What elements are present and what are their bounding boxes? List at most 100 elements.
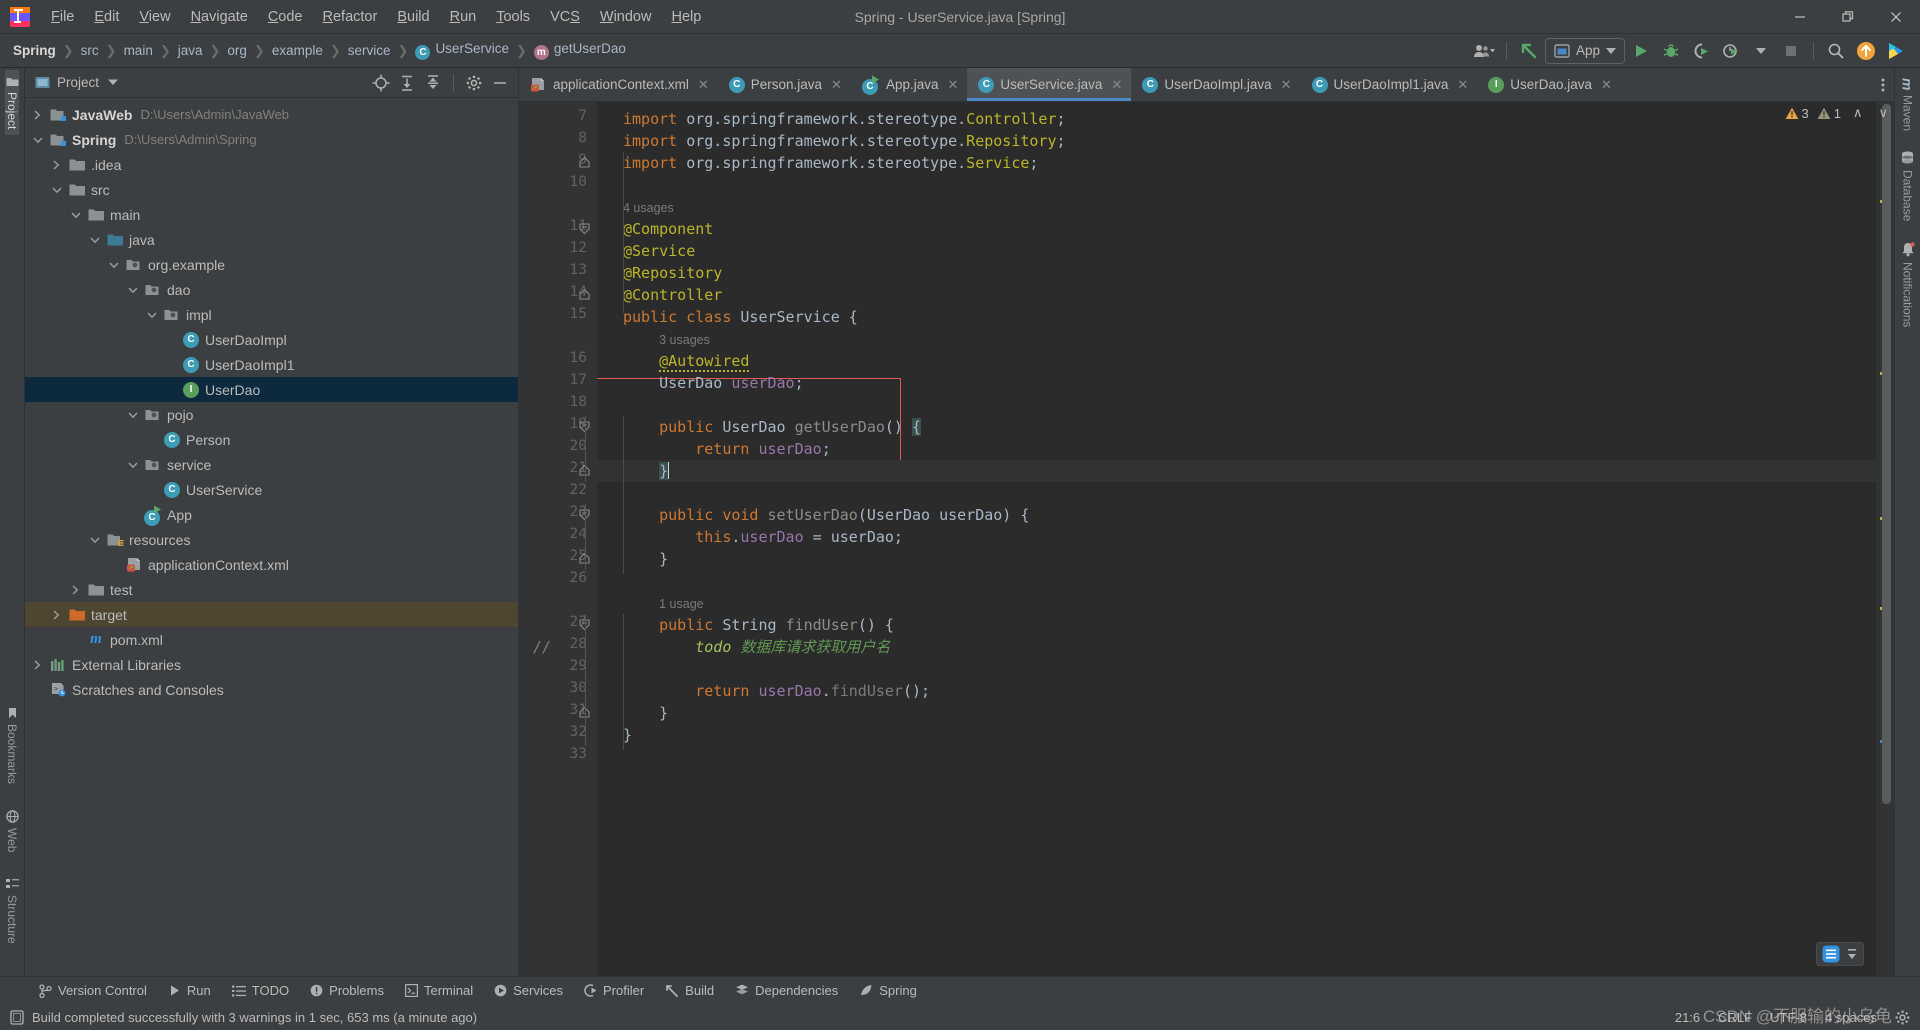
select-opened-file-button[interactable] (369, 71, 393, 95)
breadcrumb-item-0[interactable]: Spring (10, 41, 59, 60)
menu-refactor[interactable]: Refactor (313, 5, 388, 29)
code-usage-hint[interactable]: 3 usages (597, 328, 1876, 350)
tree-twisty-expanded[interactable] (90, 536, 106, 544)
project-tree[interactable]: JavaWeb D:\Users\Admin\JavaWeb Spring D:\Us… (25, 98, 518, 976)
tree-node-test[interactable]: test (25, 577, 518, 602)
breadcrumb-item-6[interactable]: service (345, 41, 394, 60)
gear-icon[interactable] (1895, 1010, 1910, 1025)
tree-node-app[interactable]: C App (25, 502, 518, 527)
tool-window-problems[interactable]: Problems (301, 980, 393, 1001)
tree-node-userdao[interactable]: I UserDao (25, 377, 518, 402)
tree-twisty-collapsed[interactable] (52, 159, 68, 170)
run-configuration-selector[interactable]: App (1544, 37, 1625, 64)
tree-node-java[interactable]: java (25, 227, 518, 252)
editor-gutter[interactable]: 7 8 9 10 11 12 13 14 15 16 17 18 19 20 21 22 23 24 25 26 27 2… (519, 102, 597, 976)
menu-file[interactable]: FFileile (41, 5, 84, 29)
close-icon[interactable]: ✕ (831, 77, 842, 93)
tree-node-spring[interactable]: Spring D:\Users\Admin\Spring (25, 127, 518, 152)
menu-build[interactable]: Build (387, 5, 439, 29)
caret-position[interactable]: 21:6 (1675, 1010, 1700, 1025)
breadcrumb-item-3[interactable]: java (175, 41, 206, 60)
file-encoding[interactable]: UTF-8 (1770, 1010, 1807, 1025)
warnings-badge[interactable]: 3 (1785, 106, 1809, 121)
chevron-down-icon[interactable] (108, 79, 119, 86)
tree-node-dao[interactable]: dao (25, 277, 518, 302)
tree-twisty-collapsed[interactable] (71, 584, 87, 595)
maximize-restore-button[interactable] (1824, 0, 1872, 33)
tree-twisty-expanded[interactable] (128, 461, 144, 469)
tool-window-todo[interactable]: TODO (223, 980, 298, 1001)
updates-available-icon[interactable] (1852, 38, 1880, 64)
code-fold-marker[interactable] (579, 289, 591, 300)
tool-window-bar[interactable]: Version Control Run TODO Problems Terminal Se… (0, 976, 1920, 1004)
close-icon[interactable]: ✕ (947, 77, 958, 93)
menu-code[interactable]: Code (258, 5, 313, 29)
tree-node-userservice[interactable]: C UserService (25, 477, 518, 502)
tree-twisty-collapsed[interactable] (33, 659, 49, 670)
weak-warnings-badge[interactable]: 1 (1817, 106, 1841, 121)
ide-assistant-icon[interactable] (1882, 38, 1910, 64)
code-usage-hint[interactable]: 1 usage (597, 592, 1876, 614)
tree-node-org-example[interactable]: org.example (25, 252, 518, 277)
debug-button[interactable] (1657, 38, 1685, 64)
tree-twisty-expanded[interactable] (128, 411, 144, 419)
run-button[interactable] (1627, 38, 1655, 64)
tree-node--idea[interactable]: .idea (25, 152, 518, 177)
sidebar-item-notifications[interactable]: Notifications (1901, 238, 1915, 331)
editor-tab-userdaoimpl1-java[interactable]: C UserDaoImpl1.java ✕ (1301, 68, 1478, 101)
tree-node-pom-xml[interactable]: m pom.xml (25, 627, 518, 652)
menu-view[interactable]: View (129, 5, 180, 29)
sidebar-item-bookmarks[interactable]: Bookmarks (5, 701, 19, 790)
marker-scrollbar[interactable] (1876, 102, 1894, 976)
tree-node-external-libraries[interactable]: External Libraries (25, 652, 518, 677)
tree-twisty-expanded[interactable] (147, 311, 163, 319)
tree-node-userdaoimpl1[interactable]: C UserDaoImpl1 (25, 352, 518, 377)
breadcrumb-item-2[interactable]: main (121, 41, 156, 60)
close-icon[interactable]: ✕ (1457, 77, 1468, 93)
breadcrumb-item-8[interactable]: m getUserDao (531, 39, 629, 62)
editor-tab-app-java[interactable]: C App.java ✕ (851, 68, 967, 101)
tree-node-service[interactable]: service (25, 452, 518, 477)
menu-edit[interactable]: Edit (84, 5, 129, 29)
breadcrumb-item-1[interactable]: src (78, 41, 102, 60)
user-icon[interactable] (1470, 38, 1498, 64)
close-icon[interactable]: ✕ (698, 77, 709, 93)
tree-node-scratches-and-consoles[interactable]: >_ Scratches and Consoles (25, 677, 518, 702)
collapse-all-button[interactable] (421, 71, 445, 95)
editor-tab-userdaoimpl-java[interactable]: C UserDaoImpl.java ✕ (1131, 68, 1300, 101)
tree-node-src[interactable]: src (25, 177, 518, 202)
sidebar-item-structure[interactable]: Structure (5, 872, 19, 950)
line-separator[interactable]: CRLF (1718, 1010, 1752, 1025)
tree-node-person[interactable]: C Person (25, 427, 518, 452)
inspection-widget[interactable]: 3 1 ∧ ∨ (1785, 105, 1893, 121)
tree-twisty-expanded[interactable] (52, 186, 68, 194)
code-usage-hint[interactable]: 4 usages (597, 196, 1876, 218)
arrow-up-left-icon[interactable] (1515, 38, 1543, 64)
editor-text[interactable]: import org.springframework.stereotype.Co… (597, 102, 1876, 976)
code-editor[interactable]: 7 8 9 10 11 12 13 14 15 16 17 18 19 20 21 22 23 24 25 26 27 2… (519, 102, 1894, 976)
tree-twisty-expanded[interactable] (71, 211, 87, 219)
sidebar-item-maven[interactable]: m Maven (1900, 74, 1916, 135)
editor-tab-bar[interactable]: applicationContext.xml ✕ C Person.java ✕ C App… (519, 68, 1894, 102)
editor-tabs-more-icon[interactable] (1872, 68, 1894, 101)
close-icon[interactable]: ✕ (1601, 77, 1612, 93)
tree-twisty-expanded[interactable] (128, 286, 144, 294)
profiler-button[interactable] (1717, 38, 1745, 64)
indent-setting[interactable]: 4 spaces (1825, 1010, 1877, 1025)
editor-tab-userservice-java[interactable]: C UserService.java ✕ (967, 68, 1132, 101)
menu-help[interactable]: Help (661, 5, 711, 29)
stop-button[interactable] (1777, 38, 1805, 64)
menu-run[interactable]: Run (440, 5, 487, 29)
code-fold-marker[interactable] (579, 157, 591, 168)
menu-window[interactable]: Window (590, 5, 662, 29)
menu-vcs[interactable]: VCS (540, 5, 590, 29)
close-button[interactable] (1872, 0, 1920, 33)
search-icon[interactable] (1822, 38, 1850, 64)
tool-window-version-control[interactable]: Version Control (30, 980, 156, 1001)
menu-tools[interactable]: Tools (486, 5, 540, 29)
tree-node-applicationcontext-xml[interactable]: applicationContext.xml (25, 552, 518, 577)
tree-node-javaweb[interactable]: JavaWeb D:\Users\Admin\JavaWeb (25, 102, 518, 127)
chevron-down-icon[interactable] (1747, 38, 1775, 64)
editor-inlay-settings-widget[interactable] (1816, 942, 1864, 966)
next-problem-button[interactable]: ∨ (1874, 105, 1892, 121)
